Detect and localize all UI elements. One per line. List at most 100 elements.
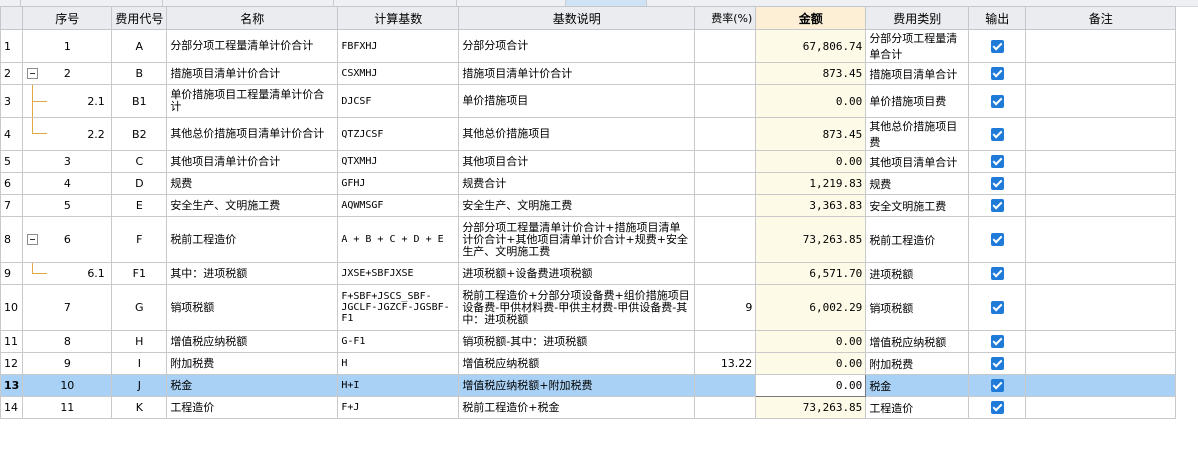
cell-name[interactable]: 税前工程造价 xyxy=(166,216,339,263)
checkbox-checked-icon[interactable] xyxy=(990,67,1004,81)
table-row[interactable]: 3 2.1 B1 单价措施项目工程量清单计价合计 DJCSF 单价措施项目 0.00 单价措施… xyxy=(0,84,1177,118)
checkbox-checked-icon[interactable] xyxy=(990,39,1004,53)
cell-base-desc[interactable]: 税前工程造价+税金 xyxy=(458,396,696,419)
table-row[interactable]: 11 8 H 增值税应纳税额 G-F1 销项税额-其中：进项税额 0.00 增值税应纳税额 xyxy=(0,330,1177,353)
cell-code[interactable]: F xyxy=(111,216,168,263)
cell-seq[interactable]: 3 xyxy=(22,150,113,173)
cell-amount[interactable]: 73,263.85 xyxy=(755,216,867,263)
cell-rate[interactable] xyxy=(694,330,757,353)
cell-code[interactable]: B2 xyxy=(111,117,168,151)
header-rate[interactable]: 费率(%) xyxy=(694,6,757,30)
cell-base-desc[interactable]: 其他总价措施项目 xyxy=(458,117,696,151)
cell-remark[interactable] xyxy=(1025,62,1177,85)
checkbox-checked-icon[interactable] xyxy=(990,127,1004,141)
cell-base[interactable]: H+I xyxy=(337,374,460,397)
cell-base[interactable]: FBFXHJ xyxy=(337,29,460,63)
checkbox-checked-icon[interactable] xyxy=(990,267,1004,281)
cell-amount[interactable]: 0.00 xyxy=(755,352,867,375)
cell-rate[interactable] xyxy=(694,194,757,217)
header-category[interactable]: 费用类别 xyxy=(865,6,970,30)
cell-amount[interactable]: 3,363.83 xyxy=(755,194,867,217)
cell-code[interactable]: E xyxy=(111,194,168,217)
cell-amount[interactable]: 1,219.83 xyxy=(755,172,867,195)
cell-rate[interactable] xyxy=(694,84,757,118)
cell-amount[interactable]: 0.00 xyxy=(755,84,867,118)
cell-output[interactable] xyxy=(968,262,1027,285)
cell-remark[interactable] xyxy=(1025,172,1177,195)
cell-base-desc[interactable]: 安全生产、文明施工费 xyxy=(458,194,696,217)
cell-seq[interactable]: 2.2 xyxy=(22,117,113,151)
cell-base-desc[interactable]: 分部分项合计 xyxy=(458,29,696,63)
cell-amount[interactable]: 0.00 xyxy=(755,150,867,173)
cell-remark[interactable] xyxy=(1025,117,1177,151)
cell-base-desc[interactable]: 单价措施项目 xyxy=(458,84,696,118)
cell-rate[interactable] xyxy=(694,374,757,397)
checkbox-checked-icon[interactable] xyxy=(990,301,1004,315)
cell-code[interactable]: D xyxy=(111,172,168,195)
row-number[interactable]: 13 xyxy=(0,374,24,397)
cell-amount[interactable]: 67,806.74 xyxy=(755,29,867,63)
cell-amount[interactable]: 73,263.85 xyxy=(755,396,867,419)
cell-name[interactable]: 规费 xyxy=(166,172,339,195)
cell-base[interactable]: AQWMSGF xyxy=(337,194,460,217)
table-row[interactable]: 7 5 E 安全生产、文明施工费 AQWMSGF 安全生产、文明施工费 3,363.83 安全… xyxy=(0,194,1177,217)
cell-base[interactable]: QTZJCSF xyxy=(337,117,460,151)
cell-output[interactable] xyxy=(968,374,1027,397)
cell-remark[interactable] xyxy=(1025,216,1177,263)
checkbox-checked-icon[interactable] xyxy=(990,177,1004,191)
row-number[interactable]: 12 xyxy=(0,352,24,375)
cell-base-desc[interactable]: 措施项目清单计价合计 xyxy=(458,62,696,85)
cell-category[interactable]: 单价措施项目费 xyxy=(865,84,970,118)
cell-code[interactable]: A xyxy=(111,29,168,63)
cell-seq[interactable]: 6.1 xyxy=(22,262,113,285)
table-row[interactable]: 1 1 A 分部分项工程量清单计价合计 FBFXHJ 分部分项合计 67,806.74 分部分… xyxy=(0,29,1177,63)
cell-remark[interactable] xyxy=(1025,374,1177,397)
cell-base-desc[interactable]: 规费合计 xyxy=(458,172,696,195)
cell-base[interactable]: F+J xyxy=(337,396,460,419)
cell-name[interactable]: 税金 xyxy=(166,374,339,397)
cell-output[interactable] xyxy=(968,29,1027,63)
cell-remark[interactable] xyxy=(1025,352,1177,375)
cell-remark[interactable] xyxy=(1025,150,1177,173)
table-row[interactable]: 2 2 B 措施项目清单计价合计 CSXMHJ 措施项目清单计价合计 873.45 措施项目清… xyxy=(0,62,1177,85)
cell-category[interactable]: 增值税应纳税额 xyxy=(865,330,970,353)
cell-code[interactable]: I xyxy=(111,352,168,375)
header-seq[interactable]: 序号 xyxy=(22,6,113,30)
table-row[interactable]: 13 10 J 税金 H+I 增值税应纳税额+附加税费 0.00 税金 xyxy=(0,374,1177,397)
cell-category[interactable]: 销项税额 xyxy=(865,284,970,331)
cell-seq[interactable]: 8 xyxy=(22,330,113,353)
table-row[interactable]: 10 7 G 销项税额 F+SBF+JSCS_SBF-JGCLF-JGZCF-JGSBF… xyxy=(0,284,1177,331)
cell-code[interactable]: F1 xyxy=(111,262,168,285)
header-base[interactable]: 计算基数 xyxy=(337,6,460,30)
cell-base[interactable]: F+SBF+JSCS_SBF-JGCLF-JGZCF-JGSBF-F1 xyxy=(337,284,460,331)
cell-base[interactable]: CSXMHJ xyxy=(337,62,460,85)
cell-amount[interactable]: 873.45 xyxy=(755,117,867,151)
table-row[interactable]: 12 9 I 附加税费 H 增值税应纳税额 13.22 0.00 附加税费 xyxy=(0,352,1177,375)
cell-output[interactable] xyxy=(968,194,1027,217)
checkbox-checked-icon[interactable] xyxy=(990,155,1004,169)
cell-base-desc[interactable]: 税前工程造价+分部分项设备费+组价措施项目设备费-甲供材料费-甲供主材费-甲供设… xyxy=(458,284,696,331)
cell-code[interactable]: J xyxy=(111,374,168,397)
table-row[interactable]: 6 4 D 规费 GFHJ 规费合计 1,219.83 规费 xyxy=(0,172,1177,195)
cell-output[interactable] xyxy=(968,62,1027,85)
header-amount[interactable]: 金额 xyxy=(755,6,867,30)
cell-remark[interactable] xyxy=(1025,284,1177,331)
cell-name[interactable]: 其他总价措施项目清单计价合计 xyxy=(166,117,339,151)
cell-code[interactable]: C xyxy=(111,150,168,173)
cell-output[interactable] xyxy=(968,284,1027,331)
cell-base[interactable]: A + B + C + D + E xyxy=(337,216,460,263)
row-number[interactable]: 14 xyxy=(0,396,24,419)
row-number[interactable]: 3 xyxy=(0,84,24,118)
header-output[interactable]: 输出 xyxy=(968,6,1027,30)
checkbox-checked-icon[interactable] xyxy=(990,199,1004,213)
cell-amount[interactable]: 873.45 xyxy=(755,62,867,85)
cell-base-desc[interactable]: 销项税额-其中：进项税额 xyxy=(458,330,696,353)
cell-base-desc[interactable]: 进项税额+设备费进项税额 xyxy=(458,262,696,285)
checkbox-checked-icon[interactable] xyxy=(990,233,1004,247)
cell-seq[interactable]: 6 xyxy=(22,216,113,263)
cell-category[interactable]: 措施项目清单合计 xyxy=(865,62,970,85)
row-number[interactable]: 11 xyxy=(0,330,24,353)
cell-output[interactable] xyxy=(968,117,1027,151)
cell-base[interactable]: G-F1 xyxy=(337,330,460,353)
cell-name[interactable]: 销项税额 xyxy=(166,284,339,331)
